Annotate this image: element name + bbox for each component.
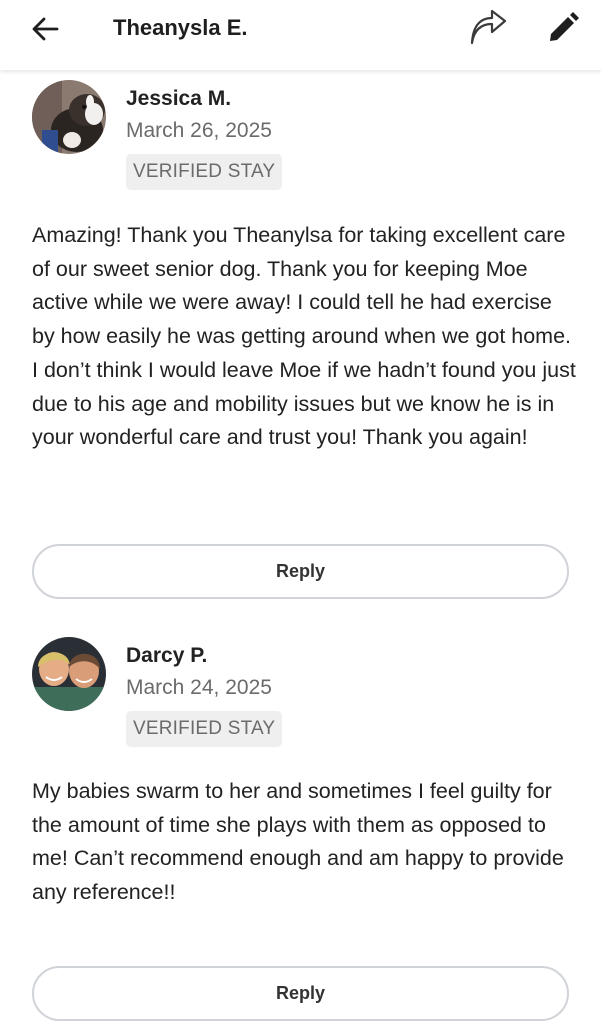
avatar bbox=[32, 80, 106, 154]
reply-button[interactable]: Reply bbox=[32, 966, 569, 1021]
reviewer-name: Darcy P. bbox=[126, 644, 208, 667]
review-date: March 24, 2025 bbox=[126, 676, 272, 699]
share-icon[interactable] bbox=[468, 10, 508, 46]
reply-button[interactable]: Reply bbox=[32, 544, 569, 599]
top-app-bar: Theanysla E. bbox=[0, 0, 601, 70]
review-text: My babies swarm to her and sometimes I f… bbox=[32, 779, 564, 905]
avatar bbox=[32, 637, 106, 711]
pencil-icon[interactable] bbox=[546, 11, 580, 45]
arrow-left-icon[interactable] bbox=[30, 14, 60, 44]
verified-stay-badge: VERIFIED STAY bbox=[126, 711, 283, 747]
review-text: Amazing! Thank you Theanylsa for taking … bbox=[32, 223, 576, 450]
page-title: Theanysla E. bbox=[113, 15, 248, 40]
people-photo-icon bbox=[32, 637, 106, 711]
verified-stay-badge: VERIFIED STAY bbox=[126, 154, 283, 190]
reviewer-name: Jessica M. bbox=[126, 87, 232, 110]
dog-photo-icon bbox=[32, 80, 106, 154]
review-date: March 26, 2025 bbox=[126, 119, 272, 142]
